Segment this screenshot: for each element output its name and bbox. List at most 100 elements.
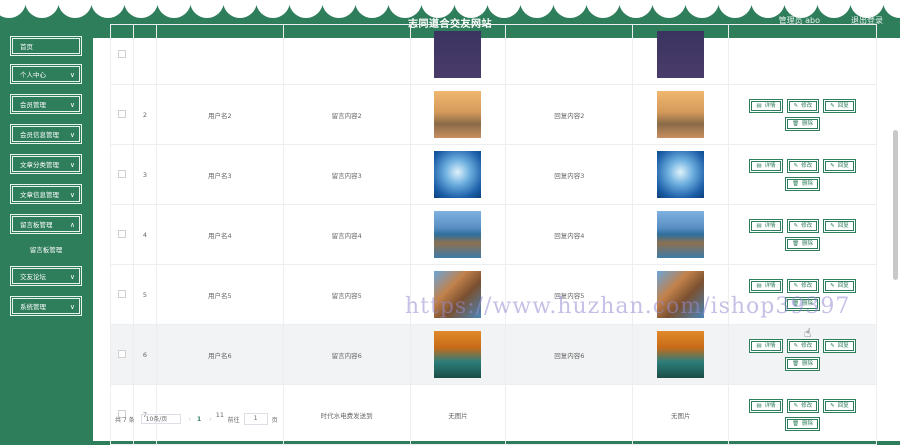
sidebar-item-label: 首页 [20, 43, 33, 51]
sidebar-item-article-category[interactable]: 文章分类管理 ∨ [10, 154, 82, 174]
row-message: 留言内容3 [282, 144, 411, 205]
row-checkbox[interactable] [117, 289, 126, 298]
row-reply: 回复内容3 [505, 144, 634, 205]
sidebar-item-label: 留言板管理 [20, 221, 53, 229]
next-page-icon[interactable]: › [209, 416, 211, 423]
message-table: 2 用户名2 留言内容2 回复内容2 ▤ 详情 ✎ 修改 ✎ 回复 🗑 删除 3 用户名3 … [110, 24, 877, 445]
watermark-text: https://www.huzhan.com/ishop39397 [405, 294, 851, 319]
row-username: 用户名5 [155, 264, 284, 325]
row-username: 用户名3 [155, 144, 284, 205]
prev-page-icon[interactable]: ‹ [189, 416, 191, 423]
delete-button[interactable]: 🗑 删除 [785, 236, 821, 251]
detail-button[interactable]: ▤ 详情 [749, 338, 783, 353]
reply-image [657, 211, 705, 258]
detail-button[interactable]: ▤ 详情 [749, 158, 783, 173]
row-checkbox[interactable] [117, 109, 126, 118]
row-index: 5 [132, 264, 157, 325]
reply-button[interactable]: ✎ 回复 [823, 338, 856, 353]
message-image [434, 91, 482, 138]
row-username: 用户名4 [155, 204, 284, 265]
document-icon: ▤ [756, 162, 762, 169]
row-checkbox[interactable] [117, 229, 126, 238]
trash-icon: 🗑 [792, 180, 800, 187]
sidebar-item-home[interactable]: 首页 [10, 36, 82, 56]
delete-button[interactable]: 🗑 删除 [785, 116, 821, 131]
chevron-up-icon: ∧ [69, 221, 75, 229]
table-row: 6 用户名6 留言内容6 回复内容6 ▤ 详情 ✎ 修改 ✎ 回复 🗑 删除 [110, 324, 877, 385]
row-index: 2 [132, 84, 157, 145]
table-row: 3 用户名3 留言内容3 回复内容3 ▤ 详情 ✎ 修改 ✎ 回复 🗑 删除 [110, 144, 877, 205]
document-icon: ▤ [756, 102, 762, 109]
sidebar-item-personal-center[interactable]: 个人中心 ∨ [10, 64, 82, 84]
reply-button[interactable]: ✎ 回复 [823, 218, 856, 233]
sidebar-item-label: 系统管理 [20, 303, 46, 311]
chevron-down-icon: ∨ [69, 131, 75, 139]
pagination: 共 7 条 10条/页 ‹ 1 › 前往 1 页 [115, 413, 278, 425]
no-image-label: 无图片 [409, 384, 507, 445]
edit-button[interactable]: ✎ 修改 [786, 338, 820, 353]
goto-page-input[interactable]: 1 [243, 413, 268, 425]
reply-button[interactable]: ✎ 回复 [823, 398, 856, 413]
reply-image [657, 151, 705, 198]
reply-image [657, 91, 705, 138]
trash-icon: 🗑 [792, 120, 800, 127]
pencil-icon: ✎ [793, 282, 799, 289]
row-reply: 回复内容4 [505, 204, 634, 265]
trash-icon: 🗑 [792, 360, 800, 367]
message-image [434, 211, 482, 258]
row-checkbox[interactable] [117, 169, 126, 178]
sidebar-item-label: 文章信息管理 [20, 191, 59, 199]
document-icon: ▤ [756, 402, 762, 409]
total-count: 共 7 条 [115, 416, 135, 424]
detail-button[interactable]: ▤ 详情 [749, 278, 783, 293]
no-image-label: 无图片 [632, 384, 730, 445]
sidebar-item-article-info[interactable]: 文章信息管理 ∨ [10, 184, 82, 204]
trash-icon: 🗑 [792, 420, 800, 427]
pencil-icon: ✎ [830, 342, 835, 349]
sidebar-item-message-board[interactable]: 留言板管理 ∧ [10, 214, 82, 234]
sidebar-item-member-management[interactable]: 会员管理 ∨ [10, 94, 82, 114]
main-content: 2 用户名2 留言内容2 回复内容2 ▤ 详情 ✎ 修改 ✎ 回复 🗑 删除 3 用户名3 … [93, 24, 900, 445]
sidebar-subitem-message-board[interactable]: 留言板管理 [10, 241, 82, 259]
detail-button[interactable]: ▤ 详情 [749, 98, 783, 113]
pencil-icon: ✎ [830, 162, 835, 169]
edit-button[interactable]: ✎ 修改 [786, 218, 820, 233]
reply-button[interactable]: ✎ 回复 [823, 278, 856, 293]
reply-button[interactable]: ✎ 回复 [823, 158, 856, 173]
pencil-icon: ✎ [830, 282, 835, 289]
chevron-down-icon: ∨ [69, 71, 75, 79]
row-checkbox[interactable] [117, 349, 126, 358]
sidebar: 首页 个人中心 ∨ 会员管理 ∨ 会员信息管理 ∨ 文章分类管理 ∨ 文章信息管理 ∨ 留… [0, 36, 93, 441]
row-message: 留言内容4 [282, 204, 411, 265]
goto-label: 前往 [227, 416, 240, 424]
row-checkbox[interactable] [117, 49, 126, 58]
table-row [110, 24, 877, 85]
edit-button[interactable]: ✎ 修改 [786, 98, 820, 113]
document-icon: ▤ [756, 342, 762, 349]
page-unit-label: 页 [271, 416, 278, 424]
vertical-scrollbar[interactable] [893, 130, 898, 280]
delete-button[interactable]: 🗑 删除 [785, 416, 821, 431]
edit-button[interactable]: ✎ 修改 [786, 278, 820, 293]
pencil-icon: ✎ [793, 162, 799, 169]
page-number-current[interactable]: 1 [197, 416, 201, 423]
row-username: 用户名6 [155, 324, 284, 385]
delete-button[interactable]: 🗑 删除 [785, 176, 821, 191]
row-reply [505, 384, 634, 445]
delete-button[interactable]: 🗑 删除 [785, 356, 821, 371]
edit-button[interactable]: ✎ 修改 [786, 158, 820, 173]
detail-button[interactable]: ▤ 详情 [749, 398, 783, 413]
sidebar-item-friend-forum[interactable]: 交友论坛 ∨ [10, 266, 82, 286]
hand-cursor-icon: ☝ [804, 326, 812, 340]
edit-button[interactable]: ✎ 修改 [786, 398, 820, 413]
pencil-icon: ✎ [793, 342, 799, 349]
sidebar-item-member-info[interactable]: 会员信息管理 ∨ [10, 124, 82, 144]
page-size-select[interactable]: 10条/页 [140, 414, 181, 424]
sidebar-item-system-management[interactable]: 系统管理 ∨ [10, 296, 82, 316]
reply-button[interactable]: ✎ 回复 [823, 98, 856, 113]
row-reply: 回复内容6 [505, 324, 634, 385]
message-image [434, 331, 482, 378]
sidebar-item-label: 交友论坛 [20, 273, 46, 281]
chevron-down-icon: ∨ [69, 273, 75, 281]
detail-button[interactable]: ▤ 详情 [749, 218, 783, 233]
